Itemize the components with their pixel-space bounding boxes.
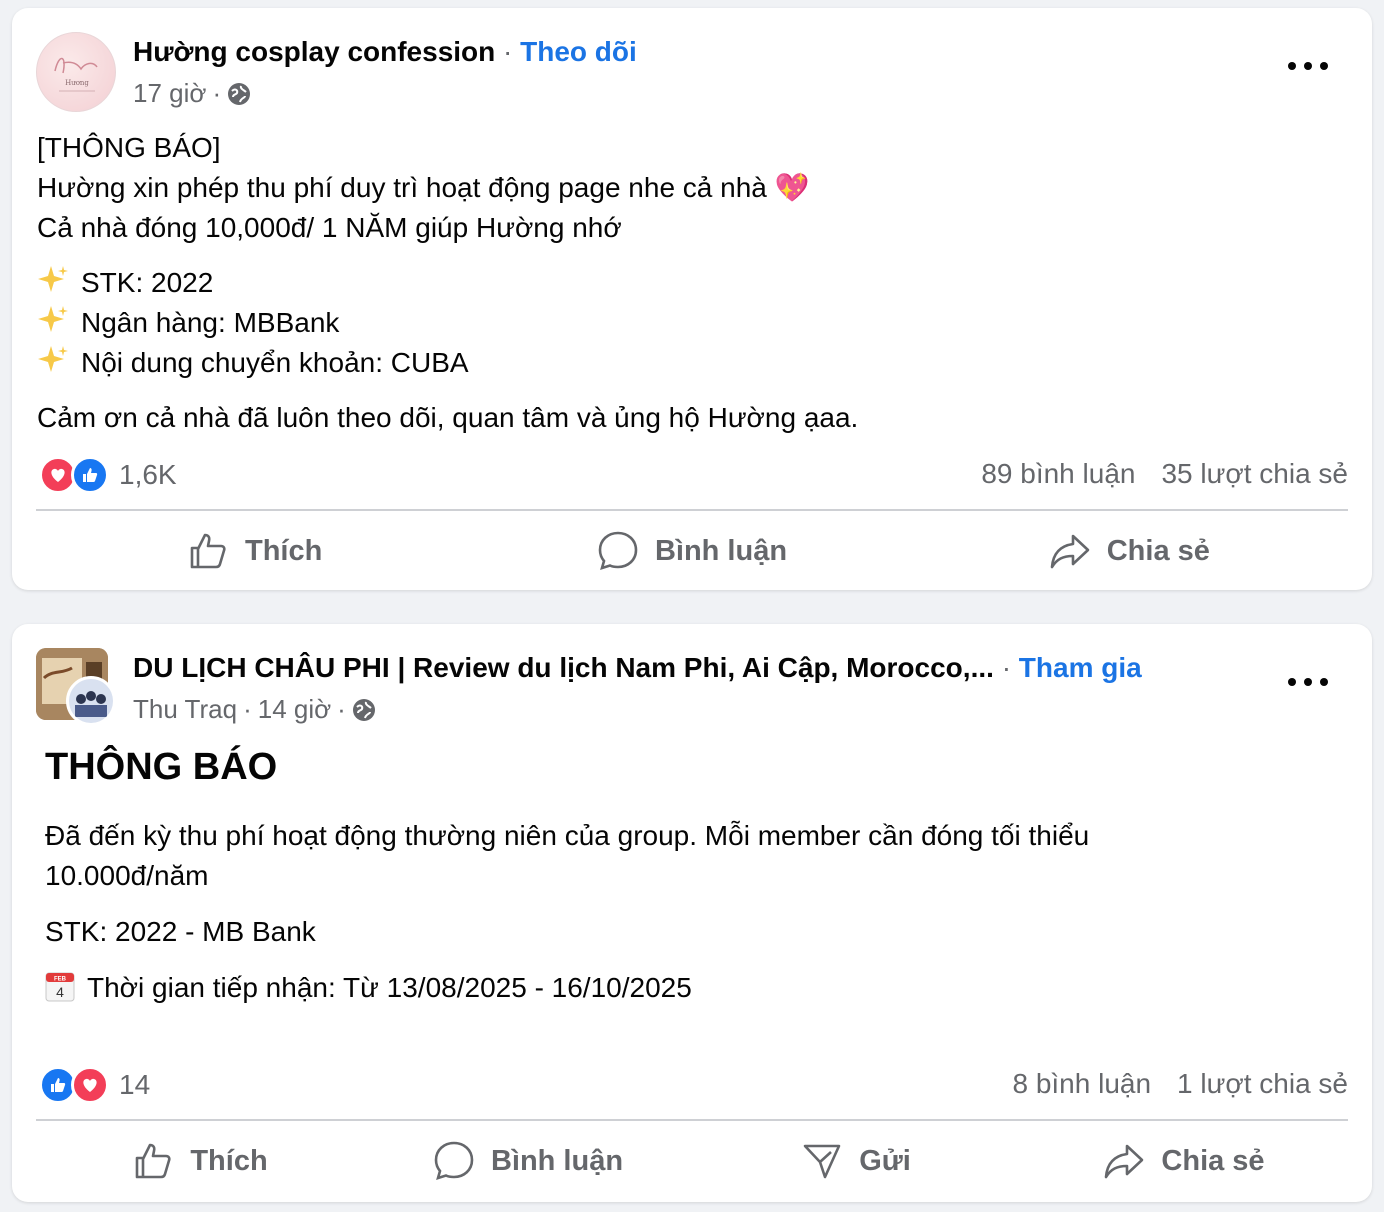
send-button[interactable]: Gửi xyxy=(692,1121,1020,1201)
page-name[interactable]: Hường cosplay confession xyxy=(133,36,495,67)
transfer-content-text: Nội dung chuyển khoản: CUBA xyxy=(81,347,469,378)
post-title: THÔNG BÁO xyxy=(45,746,278,788)
comment-label: Bình luận xyxy=(490,1144,624,1177)
post-line-thanks: Cảm ơn cả nhà đã luôn theo dõi, quan tâm… xyxy=(37,402,859,433)
reaction-count: 1,6K xyxy=(119,459,177,490)
reception-time-text: Thời gian tiếp nhận: Từ 13/08/2025 - 16/… xyxy=(87,972,692,1003)
send-label: Gửi xyxy=(859,1144,911,1177)
post-line-stk: STK: 2022 - MB Bank xyxy=(45,916,316,947)
post-meta: Thu Traq · 14 giờ · xyxy=(133,694,376,725)
post-time[interactable]: 14 giờ xyxy=(258,694,331,725)
post-card-2: DU LỊCH CHÂU PHI | Review du lịch Nam Ph… xyxy=(12,624,1372,1202)
post-header: DU LỊCH CHÂU PHI | Review du lịch Nam Ph… xyxy=(133,652,1142,684)
page-avatar[interactable]: Hương xyxy=(36,32,116,112)
author-name[interactable]: Thu Traq xyxy=(133,694,237,725)
like-icon xyxy=(190,533,226,569)
calendar-month: FEB xyxy=(54,977,67,983)
share-button[interactable]: Chia sẻ xyxy=(911,511,1348,591)
join-button[interactable]: Tham gia xyxy=(1019,652,1142,683)
like-icon xyxy=(136,1143,171,1179)
header-separator: · xyxy=(503,36,513,67)
action-bar: Thích Bình luận Gửi Chia sẻ xyxy=(36,1121,1348,1201)
globe-icon xyxy=(352,698,375,721)
more-options-button[interactable] xyxy=(1288,56,1328,76)
post-time[interactable]: 17 giờ xyxy=(133,78,206,109)
share-label: Chia sẻ xyxy=(1106,534,1210,567)
avatar-logo-icon: Hương xyxy=(54,57,98,92)
post-line-3: Cả nhà đóng 10,000đ/ 1 NĂM giúp Hường nh… xyxy=(37,212,622,243)
post-line-bank: Ngân hàng: MBBank xyxy=(37,303,339,347)
bank-text: Ngân hàng: MBBank xyxy=(81,307,340,338)
action-bar: Thích Bình luận Chia sẻ xyxy=(36,511,1348,591)
meta-separator: · xyxy=(212,78,222,108)
follow-button[interactable]: Theo dõi xyxy=(520,36,637,67)
comment-label: Bình luận xyxy=(654,534,788,567)
group-name[interactable]: DU LỊCH CHÂU PHI | Review du lịch Nam Ph… xyxy=(133,652,994,683)
globe-icon xyxy=(228,82,251,105)
author-photo-icon xyxy=(69,679,113,723)
more-options-button[interactable] xyxy=(1288,672,1328,692)
stk-text: STK: 2022 xyxy=(81,267,214,298)
share-button[interactable]: Chia sẻ xyxy=(1020,1121,1348,1201)
post-header: Hường cosplay confession · Theo dõi xyxy=(133,36,637,68)
header-separator: · xyxy=(1001,652,1012,683)
share-icon xyxy=(1105,1144,1144,1179)
comment-button[interactable]: Bình luận xyxy=(473,511,910,591)
post-line-1: Đã đến kỳ thu phí hoạt động thường niên … xyxy=(45,820,1090,851)
post-line-2: 10.000đ/năm xyxy=(45,860,209,891)
sparkles-icon xyxy=(37,344,69,387)
reaction-summary[interactable]: 1,6K xyxy=(39,456,177,494)
like-button[interactable]: Thích xyxy=(36,1121,364,1201)
like-button[interactable]: Thích xyxy=(36,511,473,591)
meta-separator: · xyxy=(243,694,252,724)
post-line-2: Hường xin phép thu phí duy trì hoạt động… xyxy=(37,172,810,203)
post-line-content: Nội dung chuyển khoản: CUBA xyxy=(37,343,469,387)
post-stats: 8 bình luận 1 lượt chia sẻ xyxy=(1012,1068,1348,1100)
author-avatar[interactable] xyxy=(66,676,116,726)
comment-count[interactable]: 8 bình luận xyxy=(1012,1068,1151,1100)
like-label: Thích xyxy=(190,1144,268,1177)
share-icon xyxy=(1050,534,1090,569)
calendar-day: 4 xyxy=(56,984,64,1000)
calendar-icon: FEB 4 xyxy=(45,970,75,1002)
avatar-text: Hương xyxy=(65,79,89,87)
share-count[interactable]: 35 lượt chia sẻ xyxy=(1161,458,1348,490)
post-stats: 89 bình luận 35 lượt chia sẻ xyxy=(981,458,1348,490)
send-icon xyxy=(803,1144,841,1179)
sparkles-icon xyxy=(37,264,69,307)
post-line-time: FEB 4 Thời gian tiếp nhận: Từ 13/08/2025… xyxy=(45,968,692,1008)
comment-count[interactable]: 89 bình luận xyxy=(981,458,1135,490)
sparkles-icon xyxy=(37,304,69,347)
share-count[interactable]: 1 lượt chia sẻ xyxy=(1177,1068,1348,1100)
share-label: Chia sẻ xyxy=(1161,1144,1265,1177)
post-card-1: Hương Hường cosplay confession · Theo dõ… xyxy=(12,8,1372,590)
reaction-summary[interactable]: 14 xyxy=(39,1066,150,1104)
more-icon xyxy=(1288,62,1296,70)
meta-separator: · xyxy=(337,694,346,724)
comment-icon xyxy=(598,531,638,570)
post-line-1: [THÔNG BÁO] xyxy=(37,132,221,163)
like-label: Thích xyxy=(244,534,323,567)
heart-reaction-icon xyxy=(71,1066,109,1104)
reaction-count: 14 xyxy=(119,1069,151,1100)
comment-button[interactable]: Bình luận xyxy=(364,1121,692,1201)
like-reaction-icon xyxy=(71,456,109,494)
more-icon xyxy=(1288,678,1296,686)
comment-icon xyxy=(434,1141,474,1180)
post-meta: 17 giờ · xyxy=(133,78,251,109)
post-line-stk: STK: 2022 xyxy=(37,263,213,307)
